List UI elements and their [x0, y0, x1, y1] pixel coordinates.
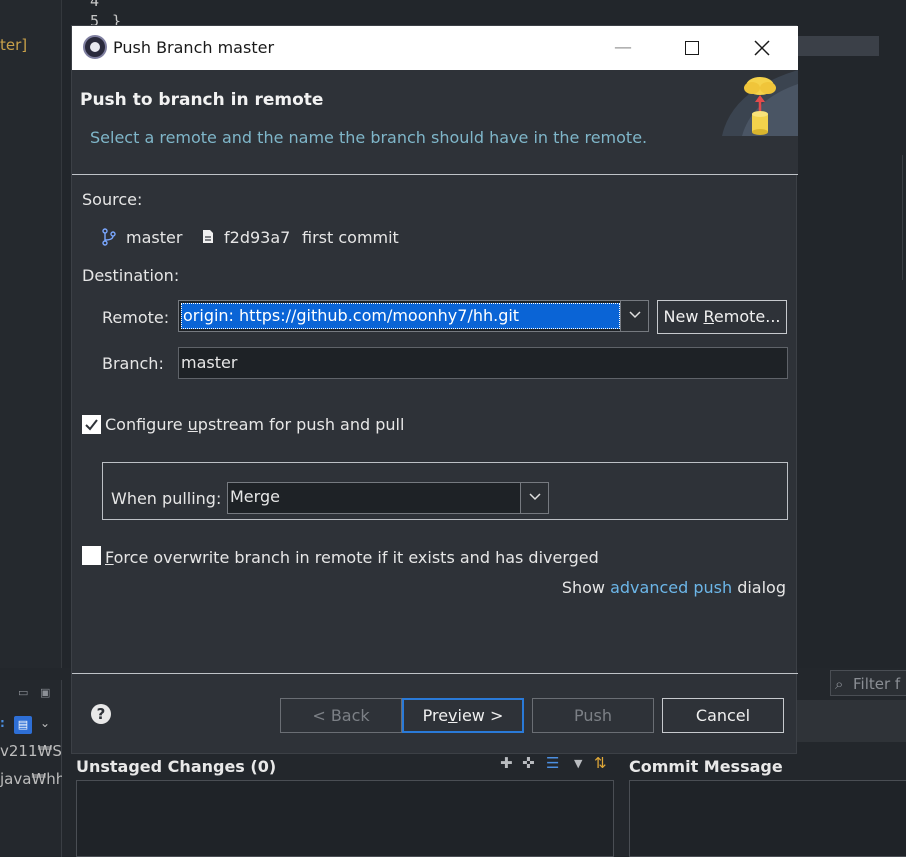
view-menu-icon[interactable]: ▼	[574, 757, 582, 770]
remote-value: origin: https://github.com/moonhy7/hh.gi…	[181, 303, 620, 329]
close-icon	[754, 40, 770, 56]
filter-placeholder: Filter f	[853, 675, 901, 693]
bottom-left-icons: : ▤ ⌄	[0, 714, 62, 736]
add-icon[interactable]: ✚	[500, 754, 513, 772]
advanced-push-row: Show advanced push dialog	[561, 578, 786, 597]
source-commit-message: first commit	[302, 228, 399, 247]
line-number-4: 4	[90, 0, 100, 10]
configure-upstream-checkbox[interactable]	[82, 415, 101, 434]
close-button[interactable]	[739, 26, 785, 70]
list-view-icon[interactable]: ☰	[546, 754, 559, 772]
maximize-icon	[685, 41, 699, 55]
force-overwrite-label[interactable]: Force overwrite branch in remote if it e…	[105, 548, 599, 567]
editor-ruler	[902, 155, 906, 280]
push-banner-icon	[722, 70, 798, 136]
sort-icon[interactable]: ⇅	[594, 754, 607, 772]
new-remote-button[interactable]: New Remote...	[657, 300, 787, 334]
configure-upstream-label[interactable]: Configure upstream for push and pull	[105, 415, 404, 434]
wizard-header: Push to branch in remote Select a remote…	[72, 70, 798, 175]
push-button[interactable]: Push	[532, 698, 654, 733]
remote-dropdown-button[interactable]	[620, 301, 648, 331]
cancel-button[interactable]: Cancel	[662, 698, 784, 733]
chevron-down-icon	[629, 311, 641, 319]
commit-message-title: Commit Message	[629, 757, 783, 776]
path-text-2: java₩hh	[0, 770, 62, 788]
source-label: Source:	[82, 190, 143, 209]
advanced-push-link[interactable]: advanced push	[610, 578, 732, 597]
branch-input[interactable]: master	[178, 347, 788, 379]
search-icon: ⌕	[835, 675, 844, 693]
window-title: Push Branch master	[113, 38, 275, 57]
pull-options-group: When pulling: Merge	[102, 462, 788, 520]
maximize-icon[interactable]: ▣	[40, 686, 50, 699]
left-panel: ter]	[0, 0, 62, 680]
commit-message-input[interactable]	[629, 780, 906, 857]
eclipse-icon	[83, 35, 107, 59]
chevron-down-icon	[529, 493, 541, 501]
add-all-icon[interactable]: ✜	[522, 754, 535, 772]
filter-input[interactable]: ⌕ Filter f	[830, 670, 906, 696]
minimize-button[interactable]: —	[600, 26, 646, 70]
minimize-icon[interactable]: ▭	[18, 686, 28, 699]
when-pulling-value: Merge	[230, 487, 280, 506]
when-pulling-dropdown-button[interactable]	[520, 483, 548, 513]
commit-icon	[203, 230, 213, 243]
more-icon[interactable]: :	[0, 716, 5, 730]
page-description: Select a remote and the name the branch …	[90, 128, 648, 147]
unstaged-changes-title: Unstaged Changes (0)	[76, 757, 277, 776]
push-branch-dialog: Push Branch master — Push to branch in r…	[71, 25, 798, 754]
unstaged-changes-list[interactable]	[76, 780, 614, 857]
source-branch: master	[126, 228, 183, 247]
button-bar-separator	[72, 673, 798, 674]
maximize-button[interactable]	[669, 26, 715, 70]
left-panel-fragment: ter]	[0, 36, 28, 54]
when-pulling-label: When pulling:	[111, 489, 222, 508]
force-overwrite-checkbox[interactable]	[82, 546, 101, 565]
help-icon[interactable]: ?	[91, 704, 111, 724]
branch-icon	[102, 228, 116, 246]
checkmark-icon	[85, 419, 98, 431]
destination-label: Destination:	[82, 266, 180, 285]
editor-highlight	[796, 36, 879, 56]
dialog-titlebar[interactable]: Push Branch master —	[72, 26, 798, 70]
staging-toolbar	[797, 700, 906, 742]
page-title: Push to branch in remote	[80, 90, 324, 110]
preview-button[interactable]: Preview >	[402, 698, 524, 733]
bottom-left-toolbar: ▭ ▣	[0, 686, 62, 710]
source-commit-id: f2d93a7	[224, 228, 291, 247]
remote-combo[interactable]: origin: https://github.com/moonhy7/hh.gi…	[178, 300, 649, 332]
back-button[interactable]: < Back	[280, 698, 402, 733]
branch-label: Branch:	[102, 354, 164, 373]
remote-label: Remote:	[102, 308, 170, 327]
path-text-1: v211₩St	[0, 742, 62, 760]
file-icon[interactable]: ▤	[14, 716, 32, 734]
when-pulling-combo[interactable]: Merge	[227, 482, 549, 514]
chevron-down-icon[interactable]: ⌄	[40, 716, 50, 730]
